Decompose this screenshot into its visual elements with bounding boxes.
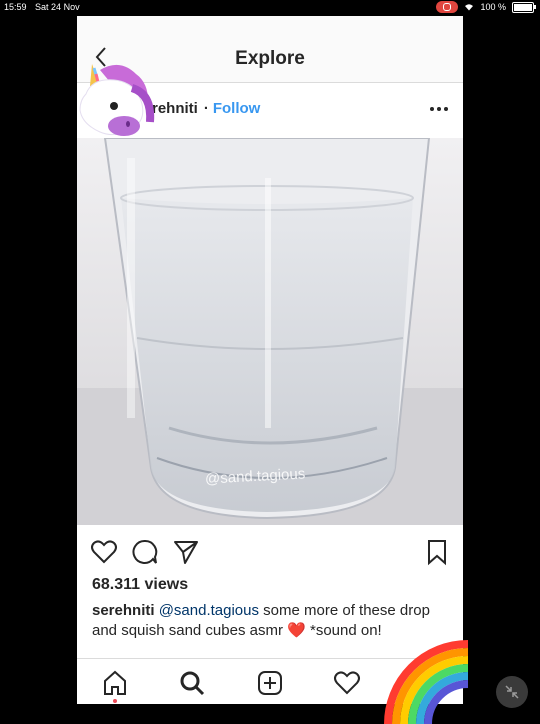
unicorn-sticker-icon [79,64,155,136]
post-author[interactable]: rehniti · Follow [152,100,260,117]
more-horizontal-icon[interactable] [429,99,449,119]
post-media[interactable]: @sand.tagious [77,138,463,525]
post-actions [77,534,463,566]
comment-icon[interactable] [131,538,159,566]
new-post-icon[interactable] [256,669,284,697]
caption-username[interactable]: serehniti [92,602,155,619]
collapse-arrows-icon [505,685,519,699]
home-icon[interactable] [101,669,129,697]
view-count: 68.311 views [92,576,189,593]
rainbow-sticker-icon [384,640,468,724]
notification-dot [113,699,117,703]
battery-percent: 100 % [480,2,506,12]
minimize-button[interactable] [496,676,528,708]
heart-icon[interactable] [90,538,118,566]
activity-icon[interactable] [333,669,361,697]
caption-text-end: *sound on! [305,622,382,639]
follow-button[interactable]: Follow [213,100,261,117]
bookmark-icon[interactable] [423,538,451,566]
search-icon[interactable] [178,669,206,697]
wifi-icon [465,4,474,11]
caption-mention[interactable]: @sand.tagious [159,602,259,619]
heart-emoji-icon: ❤️ [287,622,306,639]
share-icon[interactable] [172,538,200,566]
status-date: Sat 24 Nov [35,2,80,12]
screen-recording-icon [436,1,459,13]
battery-icon [512,1,536,13]
separator-dot: · [203,100,209,117]
status-time: 15:59 [4,2,27,12]
status-bar: 15:59 Sat 24 Nov 100 % [0,0,540,16]
